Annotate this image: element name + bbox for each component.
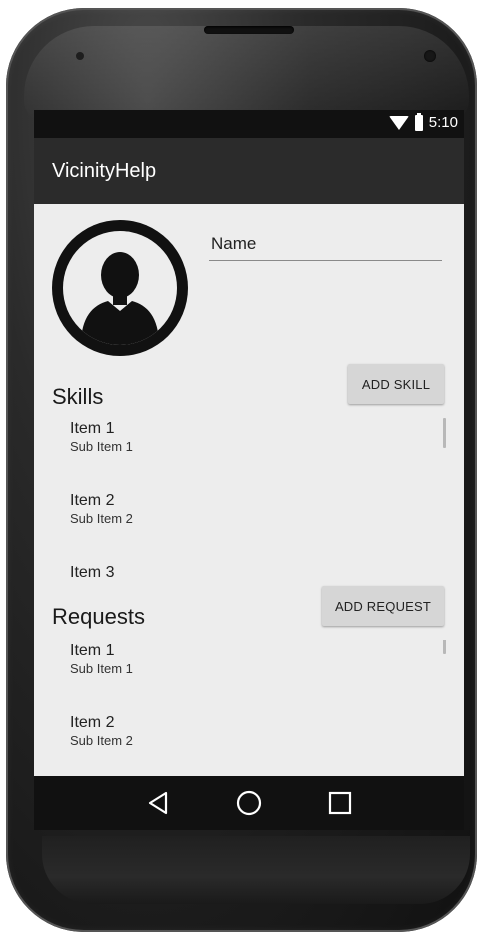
skills-scrollbar[interactable] <box>443 418 446 448</box>
app-bar: VicinityHelp <box>34 138 464 204</box>
phone-glare <box>24 26 469 121</box>
navigation-bar <box>34 776 464 830</box>
item-title: Item 2 <box>70 492 115 509</box>
recents-icon[interactable] <box>326 789 354 817</box>
item-title: Item 2 <box>70 714 115 731</box>
item-title: Item 1 <box>70 642 115 659</box>
skills-list-item[interactable]: Item 3 <box>70 564 114 580</box>
name-placeholder: Name <box>211 234 257 253</box>
home-icon[interactable] <box>235 789 263 817</box>
app-title: VicinityHelp <box>52 160 157 182</box>
back-icon[interactable] <box>145 789 173 817</box>
requests-scrollbar[interactable] <box>443 640 446 654</box>
proximity-sensor <box>76 52 84 60</box>
skills-heading: Skills <box>52 384 104 409</box>
requests-list[interactable]: Item 1 Sub Item 1 Item 2 Sub Item 2 <box>34 640 464 776</box>
battery-icon <box>414 112 423 131</box>
item-subtitle: Sub Item 2 <box>70 733 133 748</box>
profile-avatar[interactable] <box>52 220 188 356</box>
skills-list-item[interactable]: Item 1 Sub Item 1 <box>70 420 133 454</box>
add-request-button[interactable]: ADD REQUEST <box>322 586 444 626</box>
skills-list-item[interactable]: Item 2 Sub Item 2 <box>70 492 133 526</box>
requests-heading: Requests <box>52 604 145 629</box>
person-icon <box>81 252 159 345</box>
status-bar: 5:10 <box>34 110 464 138</box>
wifi-icon <box>388 115 409 130</box>
item-subtitle: Sub Item 1 <box>70 439 133 454</box>
add-skill-button[interactable]: ADD SKILL <box>348 364 444 404</box>
item-subtitle: Sub Item 1 <box>70 661 133 676</box>
device-frame: 5:10 VicinityHelp Name Skills ADD SKILL <box>0 0 483 936</box>
requests-list-item[interactable]: Item 2 Sub Item 2 <box>70 714 133 748</box>
name-input[interactable]: Name <box>209 230 442 261</box>
app-screen: 5:10 VicinityHelp Name Skills ADD SKILL <box>34 110 464 830</box>
earpiece-speaker <box>204 26 294 34</box>
item-title: Item 1 <box>70 420 115 437</box>
item-title: Item 3 <box>70 564 115 580</box>
phone-chin <box>42 836 470 904</box>
front-camera <box>424 50 436 62</box>
status-time: 5:10 <box>428 114 458 131</box>
item-subtitle: Sub Item 2 <box>70 511 133 526</box>
skills-list[interactable]: Item 1 Sub Item 1 Item 2 Sub Item 2 Item… <box>34 418 464 580</box>
requests-list-item[interactable]: Item 1 Sub Item 1 <box>70 642 133 676</box>
